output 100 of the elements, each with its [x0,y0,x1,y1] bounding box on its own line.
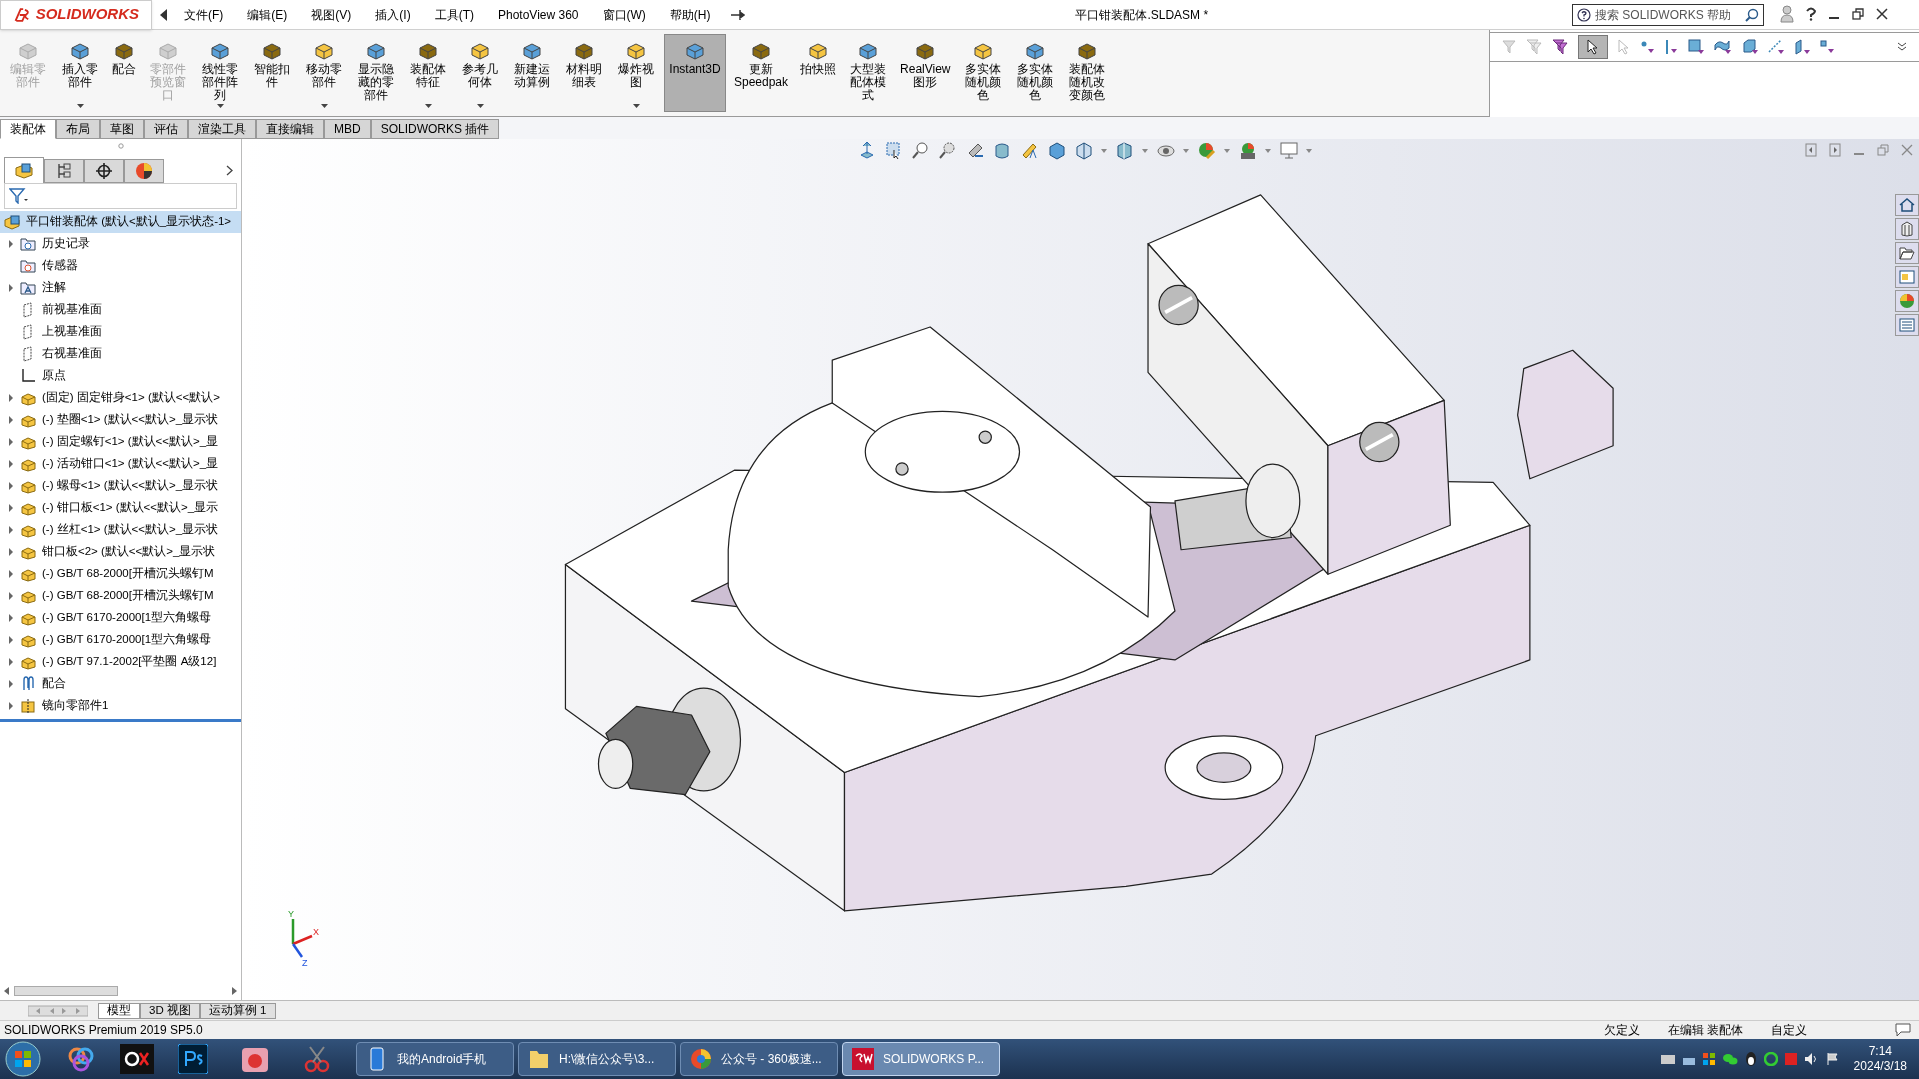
ribbon-button[interactable]: 移动零部件 [300,34,348,112]
tree-item[interactable]: (-) GB/T 6170-2000[1型六角螺母 [42,631,212,649]
expand-arrow-icon[interactable] [8,570,14,578]
caret-icon[interactable] [320,104,328,108]
home-tab[interactable] [1895,194,1919,216]
expand-arrow-icon[interactable] [8,592,14,600]
cube-icon[interactable] [1047,141,1066,160]
solid-filter-icon[interactable] [1742,39,1758,55]
plane-filter-icon[interactable] [1794,39,1810,55]
zoom-icon[interactable] [912,141,931,160]
ribbon-tab[interactable]: MBD [324,119,371,139]
expand-arrow-icon[interactable] [8,394,14,402]
caret-icon[interactable] [632,104,640,108]
tree-item[interactable]: 历史记录 [42,235,90,253]
menu-item[interactable]: PhotoView 360 [494,5,583,24]
caret-icon[interactable] [476,104,484,108]
ribbon-button[interactable]: Instant3D [664,34,726,112]
flag-icon[interactable] [1825,1052,1840,1066]
display-icon[interactable] [1279,141,1298,160]
filter-icon[interactable] [9,188,29,204]
ribbon-button[interactable]: 拍快照 [796,34,841,112]
tree-item[interactable]: (-) GB/T 97.1-2002[平垫圈 A级12] [42,653,217,671]
expand-arrow-icon[interactable] [8,526,14,534]
ribbon-button[interactable]: 装配体特征 [404,34,452,112]
chevron-icon[interactable] [1897,42,1907,52]
taskbar-button[interactable]: SOLIDWORKS P... [842,1042,1000,1076]
pin-icon[interactable] [730,8,745,21]
view-palette-tab[interactable] [1895,266,1919,288]
ribbon-tab[interactable]: 评估 [144,119,188,139]
ribbon-button[interactable]: 大型装配体模式 [844,34,893,112]
clock-time[interactable]: 7:14 [1868,1044,1892,1059]
tree-item[interactable]: 上视基准面 [42,323,102,341]
taskbar-button[interactable]: H:\微信公众号\3... [518,1042,676,1076]
expand-arrow-icon[interactable] [8,614,14,622]
ribbon-button[interactable]: 爆炸视图 [612,34,660,112]
ribbon-button[interactable]: 多实体随机颜色 [1010,34,1059,112]
expand-arrow-icon[interactable] [8,284,14,292]
menu-item[interactable]: 窗口(W) [598,5,650,24]
solidworks-logo[interactable]: SOLIDWORKS [0,0,152,30]
expand-arrow-icon[interactable] [8,658,14,666]
menu-item[interactable]: 编辑(E) [243,5,292,24]
ribbon-button[interactable]: 参考几何体 [456,34,504,112]
menu-item[interactable]: 文件(F) [180,5,228,24]
scissors-app-icon[interactable] [302,1044,332,1074]
splitter-dot-icon[interactable] [117,143,124,149]
ribbon-tab[interactable]: 草图 [100,119,144,139]
tree-item[interactable]: 钳口板<2> (默认<<默认>_显示状 [42,543,216,561]
tree-item[interactable]: 注解 [42,279,66,297]
scroll-right-icon[interactable] [231,987,237,995]
tree-item[interactable]: (-) GB/T 6170-2000[1型六角螺母 [42,609,212,627]
tree-root-item[interactable]: 平口钳装配体 (默认<默认_显示状态-1> [0,211,241,233]
point-filter-icon[interactable] [1820,40,1834,54]
ribbon-tab[interactable]: SOLIDWORKS 插件 [370,119,500,139]
ribbon-button[interactable]: 线性零部件阵列 [196,34,244,112]
expand-arrow-icon[interactable] [8,680,14,688]
tree-item[interactable]: (固定) 固定钳身<1> (默认<<默认> [42,389,220,407]
comment-icon[interactable] [1895,1023,1911,1037]
view-tab[interactable]: 运动算例 1 [199,1002,276,1019]
expand-arrow-icon[interactable] [8,240,14,248]
display-style-icon[interactable] [1115,141,1134,160]
start-button-icon[interactable] [4,1040,42,1078]
window-restore-icon[interactable] [1852,8,1864,20]
zoom-fit-icon[interactable] [939,141,958,160]
clock-date[interactable]: 2024/3/18 [1853,1059,1907,1074]
tree-item[interactable]: 前视基准面 [42,301,102,319]
tree-item[interactable]: 传感器 [42,257,78,275]
expand-arrow-icon[interactable] [8,548,14,556]
ribbon-button[interactable]: 材料明细表 [560,34,608,112]
search-field[interactable]: 搜索 SOLIDWORKS 帮助 [1572,4,1764,26]
tree-item[interactable]: (-) 丝杠<1> (默认<<默认>_显示状 [42,521,219,539]
keyboard-icon[interactable] [1659,1053,1676,1065]
caret-icon[interactable] [216,104,224,108]
view-tab[interactable]: 3D 视图 [140,1002,200,1019]
menu-item[interactable]: 帮助(H) [665,5,715,24]
circle-tray-icon[interactable] [1763,1052,1778,1066]
tree-item[interactable]: 配合 [42,675,66,693]
expand-arrow-icon[interactable] [8,416,14,424]
expand-arrow-icon[interactable] [8,438,14,446]
face-filter-icon[interactable] [1688,39,1704,55]
ribbon-tab[interactable]: 装配体 [0,119,56,139]
chat-bubbles-icon[interactable] [1721,1052,1738,1066]
caret-icon[interactable] [424,104,432,108]
view-tab[interactable]: 模型 [98,1002,140,1019]
tile-left-icon[interactable] [1805,143,1817,157]
tree-item[interactable]: 右视基准面 [42,345,102,363]
menu-item[interactable]: 插入(I) [371,5,415,24]
ribbon-button[interactable]: 新建运动算例 [508,34,556,112]
tree-item[interactable]: (-) 钳口板<1> (默认<<默认>_显示 [42,499,219,517]
file-explorer-tab[interactable] [1895,242,1919,264]
tree-item[interactable]: (-) GB/T 68-2000[开槽沉头螺钉M [42,587,214,605]
expand-arrow-icon[interactable] [8,482,14,490]
custom-properties-tab[interactable] [1895,314,1919,336]
expand-arrow-icon[interactable] [8,636,14,644]
expand-arrow-icon[interactable] [8,702,14,710]
ribbon-button[interactable]: 装配体随机改变颜色 [1062,34,1111,112]
help-question-icon[interactable] [1806,7,1816,21]
feature-manager-tab[interactable] [4,157,44,183]
axis-filter-icon[interactable] [1768,39,1784,55]
ribbon-tab[interactable]: 渲染工具 [188,119,256,139]
ribbon-button[interactable]: 显示隐藏的零部件 [352,34,400,112]
